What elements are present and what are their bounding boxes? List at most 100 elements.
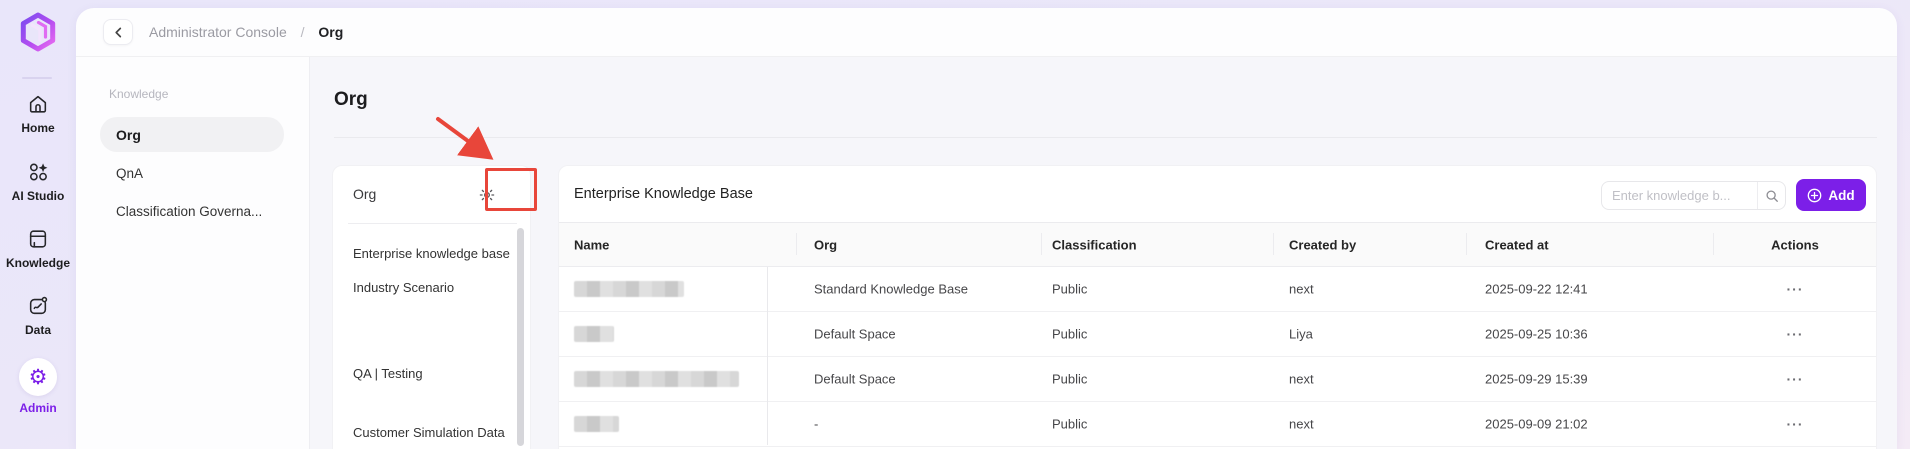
search-icon[interactable] xyxy=(1757,182,1785,209)
column-separator xyxy=(1466,233,1467,255)
search-input[interactable] xyxy=(1602,182,1757,209)
secondary-sidebar: Knowledge Org QnA Classification Governa… xyxy=(76,57,310,449)
tree-item-label: Industry Scenario xyxy=(353,280,454,295)
org-tree-title: Org xyxy=(353,186,376,202)
sidebar-divider xyxy=(22,77,52,79)
tree-item-label: Customer Simulation Data xyxy=(353,425,505,440)
cell-created-by: Liya xyxy=(1289,327,1313,342)
cell-classification: Public xyxy=(1052,417,1087,432)
cell-classification: Public xyxy=(1052,282,1087,297)
cell-classification: Public xyxy=(1052,327,1087,342)
cell-created-by: next xyxy=(1289,372,1314,387)
knowledge-table-panel: Enterprise Knowledge Base Add Name Org C… xyxy=(558,165,1877,449)
sidebar-item-label: Org xyxy=(116,127,141,143)
add-button[interactable]: Add xyxy=(1796,179,1866,211)
tree-scrollbar-thumb[interactable] xyxy=(517,228,524,446)
sidebar-item-qna[interactable]: QnA xyxy=(100,156,284,191)
table-row: Default Space Public next 2025-09-29 15:… xyxy=(559,357,1876,402)
redacted-name-cell xyxy=(574,326,614,342)
column-header-name: Name xyxy=(574,237,609,252)
sidebar-item-home[interactable]: Home xyxy=(0,92,76,135)
table-header-row: Name Org Classification Created by Creat… xyxy=(559,223,1876,267)
cell-created-by: next xyxy=(1289,417,1314,432)
tree-divider xyxy=(348,223,517,224)
cell-created-at: 2025-09-09 21:02 xyxy=(1485,417,1588,432)
cell-created-by: next xyxy=(1289,282,1314,297)
tree-item-label: Enterprise knowledge base xyxy=(353,246,510,261)
cell-created-at: 2025-09-25 10:36 xyxy=(1485,327,1588,342)
row-actions-menu-button[interactable]: ··· xyxy=(1787,371,1804,387)
breadcrumb: Administrator Console / Org xyxy=(149,24,343,40)
org-tree-panel: Org Enterprise knowledge base Industry S… xyxy=(332,165,531,449)
breadcrumb-current: Org xyxy=(318,24,343,40)
breadcrumb-bar: Administrator Console / Org xyxy=(76,8,1897,57)
shapes-sparkle-icon xyxy=(26,160,50,184)
page-title: Org xyxy=(334,89,368,111)
column-separator xyxy=(1273,233,1274,255)
section-label: Knowledge xyxy=(109,87,168,101)
table-row: Default Space Public Liya 2025-09-25 10:… xyxy=(559,312,1876,357)
fixed-column-border xyxy=(767,267,768,445)
column-header-org: Org xyxy=(814,237,837,252)
sidebar-item-label: Classification Governa... xyxy=(116,204,262,219)
tree-item-customer-simulation-data[interactable]: Customer Simulation Data xyxy=(333,415,530,449)
sidebar-item-admin[interactable]: ⚙ Admin xyxy=(0,358,76,415)
icon-sidebar: Home AI Studio Knowledge xyxy=(0,0,76,449)
table-body: Standard Knowledge Base Public next 2025… xyxy=(559,267,1876,447)
redacted-name-cell xyxy=(574,416,619,432)
book-icon xyxy=(26,227,50,251)
row-actions-menu-button[interactable]: ··· xyxy=(1787,416,1804,432)
sidebar-item-label: Admin xyxy=(19,401,56,415)
row-actions-menu-button[interactable]: ··· xyxy=(1787,326,1804,342)
chart-box-icon xyxy=(26,294,50,318)
table-title: Enterprise Knowledge Base xyxy=(574,186,753,202)
house-icon xyxy=(26,92,50,116)
column-header-classification: Classification xyxy=(1052,237,1137,252)
column-separator xyxy=(1713,233,1714,255)
search-box xyxy=(1601,181,1786,210)
tree-item-enterprise-knowledge-base[interactable]: Enterprise knowledge base xyxy=(333,236,530,270)
plus-circle-icon xyxy=(1807,188,1822,203)
back-button[interactable] xyxy=(103,19,133,45)
sidebar-item-label: Home xyxy=(21,121,54,135)
cell-org: Standard Knowledge Base xyxy=(814,282,968,297)
sidebar-item-label: Knowledge xyxy=(6,256,70,270)
column-header-created-by: Created by xyxy=(1289,237,1356,252)
redacted-name-cell xyxy=(574,371,739,387)
table-row: - Public next 2025-09-09 21:02 ··· xyxy=(559,402,1876,447)
tree-item-label: QA | Testing xyxy=(353,366,423,381)
sidebar-item-ai-studio[interactable]: AI Studio xyxy=(0,160,76,203)
chevron-left-icon xyxy=(113,27,124,38)
cell-created-at: 2025-09-29 15:39 xyxy=(1485,372,1588,387)
add-button-label: Add xyxy=(1828,188,1854,203)
app-root: Home AI Studio Knowledge xyxy=(0,0,1910,449)
cell-org: Default Space xyxy=(814,327,896,342)
sidebar-item-knowledge[interactable]: Knowledge xyxy=(0,227,76,270)
tree-item-qa-testing[interactable]: QA | Testing xyxy=(333,356,530,390)
tree-item-industry-scenario[interactable]: Industry Scenario xyxy=(333,270,530,304)
table-row: Standard Knowledge Base Public next 2025… xyxy=(559,267,1876,312)
breadcrumb-parent[interactable]: Administrator Console xyxy=(149,24,287,40)
column-separator xyxy=(1041,233,1042,255)
org-tree-header: Org xyxy=(333,166,530,223)
sidebar-item-label: QnA xyxy=(116,166,143,181)
sidebar-item-org[interactable]: Org xyxy=(100,117,284,152)
column-header-actions: Actions xyxy=(1771,237,1819,252)
settings-gear-button[interactable] xyxy=(476,184,498,206)
column-separator xyxy=(796,233,797,255)
gear-icon xyxy=(478,186,496,204)
sidebar-item-data[interactable]: Data xyxy=(0,294,76,337)
sidebar-item-label: AI Studio xyxy=(12,189,65,203)
admin-active-circle: ⚙ xyxy=(19,358,57,396)
row-actions-menu-button[interactable]: ··· xyxy=(1787,281,1804,297)
cell-org: - xyxy=(814,417,818,432)
cell-classification: Public xyxy=(1052,372,1087,387)
app-logo-icon[interactable] xyxy=(17,11,59,53)
gear-icon: ⚙ xyxy=(29,367,48,388)
breadcrumb-separator: / xyxy=(301,24,305,40)
sidebar-item-classification-governance[interactable]: Classification Governa... xyxy=(100,194,284,229)
title-divider xyxy=(334,137,1877,138)
cell-created-at: 2025-09-22 12:41 xyxy=(1485,282,1588,297)
cell-org: Default Space xyxy=(814,372,896,387)
sidebar-item-label: Data xyxy=(25,323,51,337)
